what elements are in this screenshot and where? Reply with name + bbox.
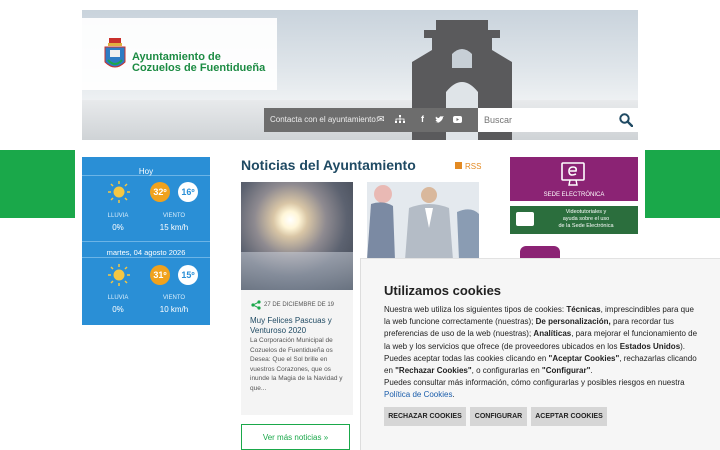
news-image-ground [241,252,353,290]
news-image [367,182,479,260]
twitter-icon[interactable] [435,116,444,124]
sede-electronica-icon [561,162,585,186]
partial-banner [520,246,560,258]
search-icon[interactable] [619,113,633,127]
cookie-dialog-title: Utilizamos cookies [384,283,502,298]
temp-min-badge: 15º [178,265,198,285]
rain-value: 0% [112,223,124,232]
sun-icon [108,181,130,203]
video-label-line: de la Sede Electrónica [558,223,614,229]
search-input[interactable] [484,110,614,130]
green-band-left [0,150,75,218]
sede-electronica-label[interactable]: SEDE ELECTRÓNICA [510,192,638,198]
facebook-icon[interactable]: f [421,114,424,124]
cookie-dialog-text: Nuestra web utiliza los siguientes tipos… [384,305,698,400]
news-date: 27 DE DICIEMBRE DE 19 [264,302,335,308]
video-label-line: Videotutoriales y [565,209,607,215]
rain-label: LLUVIA [107,295,129,301]
news-excerpt: La Corporación Municipal de Cozuelos de … [250,337,343,392]
temp-max-badge: 31º [150,265,170,285]
video-icon [516,212,534,226]
cookie-policy-link[interactable]: Política de Cookies [384,390,452,399]
configure-cookies-button[interactable]: CONFIGURAR [470,407,527,426]
news-section-title: Noticias del Ayuntamiento [241,157,416,173]
rain-value: 0% [112,305,124,314]
rain-label: LLUVIA [107,213,129,219]
mail-icon[interactable]: ✉ [377,114,385,124]
youtube-icon[interactable] [453,116,462,123]
rss-link[interactable]: RSS [465,162,481,171]
wind-value: 10 km/h [159,305,189,314]
reject-cookies-button[interactable]: RECHAZAR COOKIES [384,407,466,426]
video-tutorials-label[interactable]: Videotutoriales y ayuda sobre el uso de … [540,209,632,230]
wind-label: VIENTO [162,295,186,301]
wind-value: 15 km/h [159,223,189,232]
coat-of-arms-icon [104,38,126,68]
contact-label: Contacta con el ayuntamiento: [270,115,379,124]
accept-cookies-button[interactable]: ACEPTAR COOKIES [531,407,607,426]
wind-label: VIENTO [162,213,186,219]
news-headline[interactable]: Muy Felices Pascuas y Venturoso 2020 [250,316,350,336]
weather-today-label: Hoy [138,167,154,176]
news-card[interactable] [367,182,479,260]
temp-max-badge: 32º [150,182,170,202]
sitemap-icon[interactable] [395,115,405,124]
more-news-button[interactable]: Ver más noticias » [241,424,350,450]
org-name-line2[interactable]: Cozuelos de Fuentidueña [132,62,265,74]
green-band-right [645,150,720,218]
video-label-line: ayuda sobre el uso [562,216,610,222]
sun-icon [108,264,130,286]
share-icon[interactable] [251,300,261,310]
rss-icon[interactable] [455,162,462,169]
weather-tomorrow-label: martes, 04 agosto 2026 [106,248,186,257]
temp-min-badge: 16º [178,182,198,202]
